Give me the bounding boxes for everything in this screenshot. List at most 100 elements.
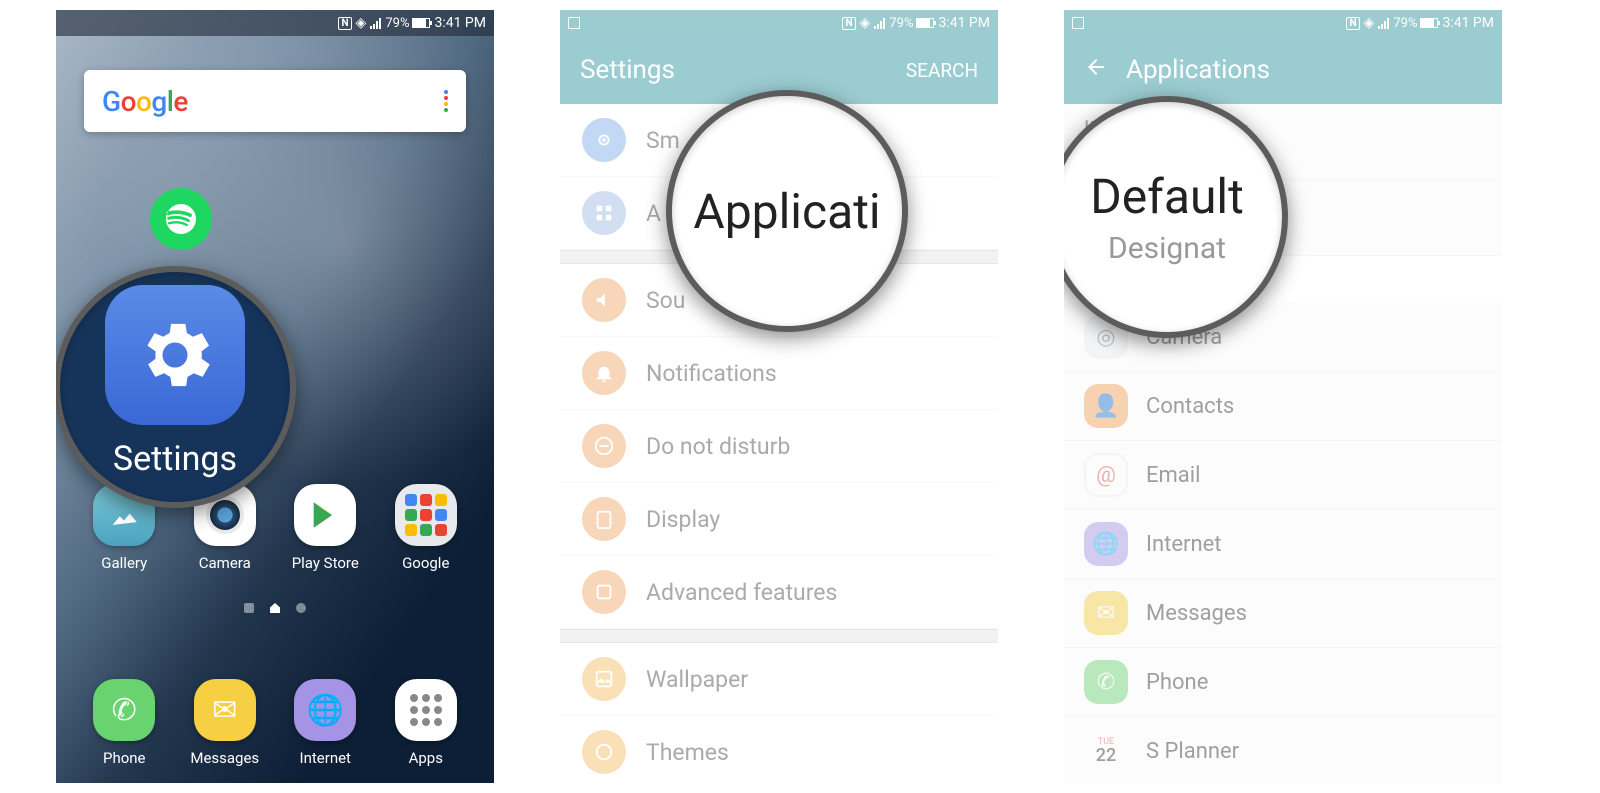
sound-icon (582, 278, 626, 322)
search-button[interactable]: SEARCH (906, 59, 978, 82)
zoom-text: Default (1090, 168, 1244, 225)
bell-icon (582, 351, 626, 395)
settings-item-notifications[interactable]: Notifications (560, 337, 998, 410)
settings-item-label: Sou (646, 287, 685, 314)
apps-drawer[interactable]: Apps (384, 679, 468, 767)
app-row-label: Email (1146, 463, 1200, 488)
applications-header: Applications (1064, 36, 1502, 104)
phone-app[interactable]: ✆ Phone (82, 679, 166, 767)
apps-grid-icon (582, 191, 626, 235)
settings-item-label: Themes (646, 739, 729, 766)
email-icon: @ (1084, 453, 1128, 497)
page-indicator[interactable] (56, 603, 494, 613)
applications-zoom-callout: Applicati (666, 90, 908, 332)
app-row-phone[interactable]: ✆ Phone (1064, 648, 1502, 717)
themes-icon (582, 730, 626, 774)
app-row-contacts[interactable]: 👤 Contacts (1064, 372, 1502, 441)
battery-indicator: 79% (1393, 16, 1438, 31)
back-button[interactable] (1084, 55, 1108, 86)
settings-item-label: A (646, 200, 661, 227)
settings-item-label: Wallpaper (646, 666, 748, 693)
dnd-icon (582, 424, 626, 468)
app-row-label: Messages (1146, 601, 1247, 626)
display-icon (582, 497, 626, 541)
settings-title: Settings (580, 55, 675, 85)
dock: ✆ Phone ✉ Messages 🌐 Internet (56, 679, 494, 767)
wifi-icon: ◈ (1364, 15, 1375, 31)
spotify-app-icon[interactable] (150, 188, 212, 250)
status-bar: N ◈ 79% 3:41 PM (560, 10, 998, 36)
s-planner-icon: TUE22 (1084, 729, 1128, 773)
google-search-bar[interactable]: Google (84, 70, 466, 132)
wallpaper-icon (582, 657, 626, 701)
app-row-label: Contacts (1146, 394, 1234, 419)
applications-title: Applications (1126, 55, 1270, 85)
settings-app-icon[interactable] (105, 285, 245, 425)
settings-item-label: Do not disturb (646, 433, 790, 460)
section-divider (560, 629, 998, 643)
google-logo: Google (102, 85, 188, 118)
nfc-icon: N (1346, 17, 1359, 30)
screenshot-icon (568, 17, 580, 29)
clock: 3:41 PM (938, 15, 990, 31)
status-bar: N ◈ 79% 3:41 PM (56, 10, 494, 36)
phone-home-screen: N ◈ 79% 3:41 PM Google Gallery (56, 10, 494, 783)
back-arrow-icon (1084, 55, 1108, 79)
app-row-s-planner[interactable]: TUE22 S Planner (1064, 717, 1502, 783)
settings-item-wallpaper[interactable]: Wallpaper (560, 643, 998, 716)
messages-icon: ✉ (1084, 591, 1128, 635)
clock: 3:41 PM (434, 15, 486, 31)
play-store-app[interactable]: Play Store (283, 484, 367, 572)
settings-item-themes[interactable]: Themes (560, 716, 998, 783)
app-row-messages[interactable]: ✉ Messages (1064, 579, 1502, 648)
clock: 3:41 PM (1442, 15, 1494, 31)
signal-icon (874, 17, 885, 29)
wifi-icon: ◈ (860, 15, 871, 31)
app-row: Gallery Camera Play Store (56, 484, 494, 572)
settings-zoom-label: Settings (113, 439, 237, 479)
phone-label: Phone (103, 749, 146, 767)
advanced-icon (582, 570, 626, 614)
smart-icon (582, 118, 626, 162)
zoom-subtext: Designat (1108, 231, 1226, 266)
phone-settings-list: N ◈ 79% 3:41 PM Settings SEARCH Sm A Sou… (560, 10, 998, 783)
app-row-label: S Planner (1146, 739, 1239, 764)
settings-item-label: Sm (646, 127, 680, 154)
zoom-text: Applicati (693, 183, 880, 240)
nfc-icon: N (338, 17, 351, 30)
internet-app[interactable]: 🌐 Internet (283, 679, 367, 767)
settings-item-dnd[interactable]: Do not disturb (560, 410, 998, 483)
app-row-label: Phone (1146, 670, 1208, 695)
google-folder-icon (395, 484, 457, 546)
play-store-label: Play Store (292, 554, 359, 572)
google-folder-label: Google (402, 554, 449, 572)
internet-label: Internet (300, 749, 351, 767)
gear-icon (132, 312, 218, 398)
settings-item-label: Notifications (646, 360, 777, 387)
signal-icon (370, 17, 381, 29)
internet-icon: 🌐 (1084, 522, 1128, 566)
messages-label: Messages (190, 749, 259, 767)
spotify-icon (163, 201, 199, 237)
wifi-icon: ◈ (356, 15, 367, 31)
apps-icon (395, 679, 457, 741)
settings-item-advanced[interactable]: Advanced features (560, 556, 998, 629)
play-store-icon (294, 484, 356, 546)
contacts-icon: 👤 (1084, 384, 1128, 428)
voice-search-icon[interactable] (444, 90, 448, 112)
battery-indicator: 79% (385, 16, 430, 31)
nfc-icon: N (842, 17, 855, 30)
status-bar: N ◈ 79% 3:41 PM (1064, 10, 1502, 36)
battery-indicator: 79% (889, 16, 934, 31)
phone-icon: ✆ (1084, 660, 1128, 704)
app-row-internet[interactable]: 🌐 Internet (1064, 510, 1502, 579)
internet-icon: 🌐 (294, 679, 356, 741)
app-row-email[interactable]: @ Email (1064, 441, 1502, 510)
google-folder[interactable]: Google (384, 484, 468, 572)
settings-item-label: Display (646, 506, 720, 533)
messages-app[interactable]: ✉ Messages (183, 679, 267, 767)
screenshot-icon (1072, 17, 1084, 29)
settings-zoom-callout: Settings (56, 266, 296, 508)
app-row-label: Internet (1146, 532, 1221, 557)
settings-item-display[interactable]: Display (560, 483, 998, 556)
